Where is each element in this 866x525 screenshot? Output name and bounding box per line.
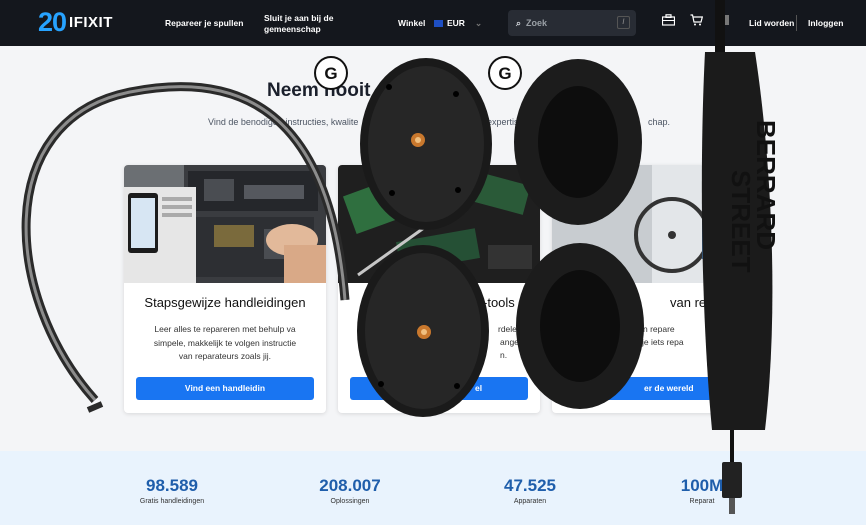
card-parts-title-right: -tools <box>483 295 515 310</box>
nav-community-line2: gemeenschap <box>264 24 321 34</box>
hero-title-right: kapot <box>545 80 596 101</box>
explore-world-button-label: er de wereld <box>644 383 694 393</box>
headband-brand-text-1: BERRARD <box>751 120 781 250</box>
find-guide-button[interactable]: Vind een handleidin <box>136 377 314 400</box>
card-community: van repa kan repare je iets repa er de w… <box>552 165 754 413</box>
language-icon[interactable] <box>719 14 730 28</box>
shop-parts-button-label: el <box>475 383 483 393</box>
hero-subtitle-end: chap. <box>648 117 671 127</box>
card-community-text-line2: je iets repa <box>642 337 684 347</box>
card-parts-text-line3: n. <box>500 350 508 360</box>
stat-solutions-value: 208.007 <box>319 476 381 495</box>
currency-value: EUR <box>447 18 465 28</box>
stat-repairs: 100M Reparat <box>632 476 772 505</box>
toolbox-icon[interactable] <box>661 14 676 28</box>
stat-guides-value: 98.589 <box>146 476 198 495</box>
card-guides: Stapsgewijze handleidingen Leer alles te… <box>124 165 326 413</box>
search-shortcut-key: / <box>617 16 630 29</box>
stat-solutions: 208.007 Oplossingen <box>280 476 420 505</box>
top-navigation-bar: 20 IFIXIT Repareer je spullen Sluit je a… <box>0 0 866 46</box>
stat-guides: 98.589 Gratis handleidingen <box>102 476 242 505</box>
stat-solutions-label: Oplossingen <box>330 498 370 505</box>
cart-icon[interactable] <box>690 14 704 28</box>
stat-devices-label: Apparaten <box>513 498 547 505</box>
card-community-image <box>552 165 754 283</box>
search-icon: ⌕ <box>516 17 522 28</box>
topbar-divider <box>796 15 797 31</box>
hero-subtitle-left: Vind de benodigde instructies, kwalite <box>208 117 359 127</box>
card-guides-text-line1: Leer alles te repareren met behulp va <box>154 324 296 334</box>
nav-community-line1: Sluit je aan bij de <box>264 13 334 23</box>
brand-g-logo-right: G <box>488 56 522 90</box>
stat-repairs-value: 100M <box>680 476 724 495</box>
hero-title-left: Neem nooit o <box>267 80 388 101</box>
hero-subtitle-right: expertise <box>487 117 524 127</box>
explore-world-button[interactable]: er de wereld <box>564 377 742 400</box>
card-guides-text-line3: van reparateurs zoals jij. <box>178 351 272 361</box>
stat-devices-value: 47.525 <box>504 476 556 495</box>
nav-community-link[interactable]: Sluit je aan bij de gemeenschap <box>264 13 333 35</box>
stat-repairs-label: Reparat <box>689 498 715 505</box>
join-link[interactable]: Lid worden <box>749 18 794 29</box>
card-guides-text: Leer alles te repareren met behulp va si… <box>134 323 316 364</box>
search-placeholder: Zoek <box>526 18 548 28</box>
eu-flag-icon <box>434 20 443 27</box>
shop-parts-button[interactable]: el <box>350 377 528 400</box>
currency-selector[interactable]: EUR ⌄ <box>434 18 482 29</box>
logo-anniversary-number: 20 <box>38 7 67 37</box>
card-community-text-line1: kan repare <box>634 324 675 334</box>
card-community-title-text: van repa <box>670 295 721 310</box>
svg-text:G: G <box>498 64 511 83</box>
card-guides-title: Stapsgewijze handleidingen <box>144 295 306 310</box>
card-guides-image <box>124 165 326 283</box>
card-parts-text-line2: ange <box>500 337 519 347</box>
stat-devices: 47.525 Apparaten <box>460 476 600 505</box>
card-parts-tools: -tools rdelen ange n. el <box>338 165 540 413</box>
chevron-down-icon: ⌄ <box>474 18 483 28</box>
logo-brand-text: IFIXIT <box>69 14 113 31</box>
login-link[interactable]: Inloggen <box>808 18 843 29</box>
stat-guides-label: Gratis handleidingen <box>139 498 205 505</box>
card-parts-text-line1: rdelen <box>498 324 522 334</box>
nav-store-link[interactable]: Winkel <box>398 18 425 29</box>
card-parts-image <box>338 165 540 283</box>
ifixit-logo[interactable]: 20 IFIXIT <box>38 9 113 36</box>
card-guides-text-line2: simpele, makkelijk te volgen instructie <box>153 337 297 348</box>
search-input[interactable]: ⌕ Zoek / <box>508 10 636 36</box>
nav-repair-link[interactable]: Repareer je spullen <box>165 18 243 29</box>
